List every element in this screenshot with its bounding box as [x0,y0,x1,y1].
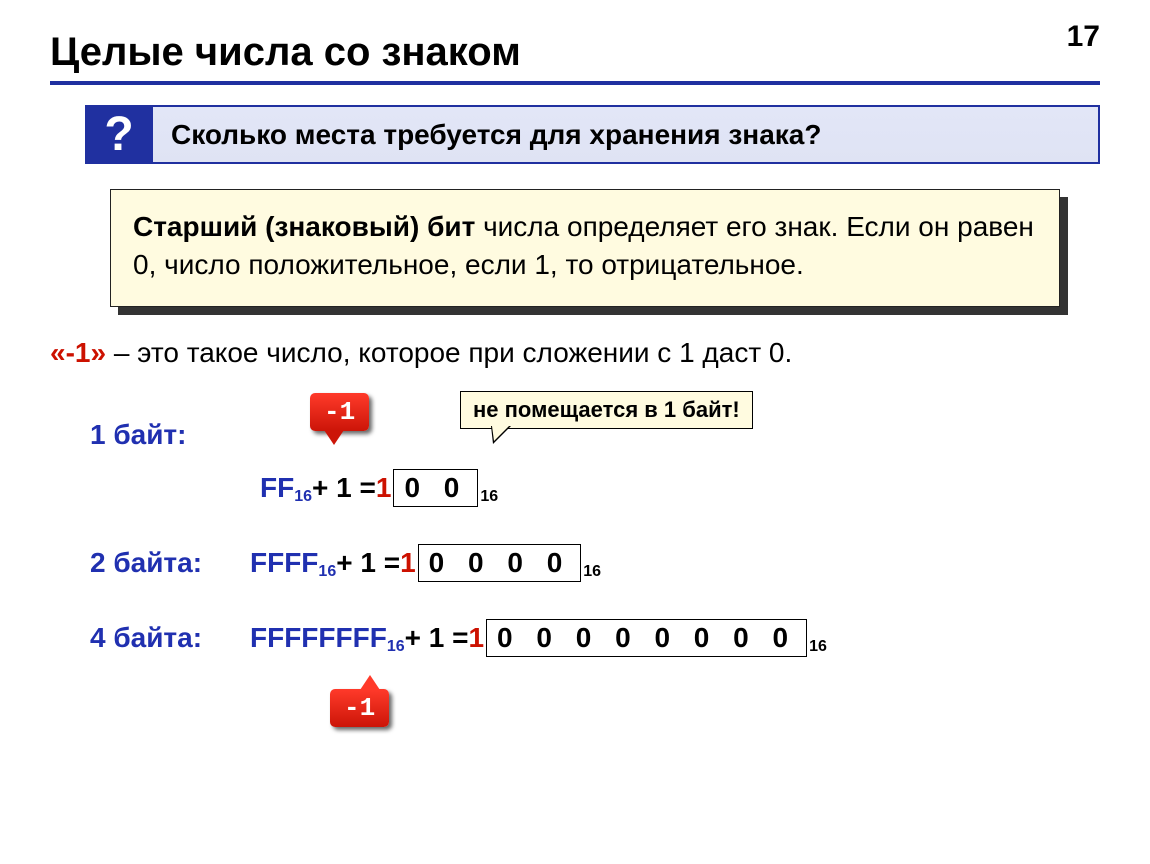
question-callout: ? Сколько места требуется для хранения з… [85,105,1100,164]
definition-line: «-1» – это такое число, которое при слож… [50,337,1100,369]
question-text: Сколько места требуется для хранения зна… [153,105,1100,164]
zeros-box-1: 0 0 [393,469,478,507]
info-bold: Старший (знаковый) бит [133,211,475,242]
definition-neg: «-1» [50,337,106,368]
slide-title: Целые числа со знаком [50,30,1100,75]
info-box: Старший (знаковый) бит числа определяет … [110,189,1060,307]
zeros-box-2: 0 0 0 0 [418,544,582,582]
callout-neg1-bottom: -1 [330,689,389,727]
byte-examples: -1 не помещается в 1 байт! 1 байт: FF16 … [70,399,1100,769]
question-mark-icon: ? [85,105,153,164]
callout-overflow: не помещается в 1 байт! [460,391,753,429]
row-4byte: 4 байта: FFFFFFFF16 + 1 = 1 0 0 0 0 0 0 … [90,619,827,657]
page-number: 17 [1067,20,1100,54]
callout-neg1-top: -1 [310,393,369,431]
title-rule [50,81,1100,85]
definition-rest: – это такое число, которое при сложении … [106,337,792,368]
zeros-box-4: 0 0 0 0 0 0 0 0 [486,619,807,657]
row-1byte-label: 1 байт: [90,419,250,451]
row-1byte-eq: FF16 + 1 = 1 0 0 16 [260,469,498,507]
slide: 17 Целые числа со знаком ? Сколько места… [0,0,1150,789]
row-2byte: 2 байта: FFFF16 + 1 = 1 0 0 0 0 16 [90,544,601,582]
